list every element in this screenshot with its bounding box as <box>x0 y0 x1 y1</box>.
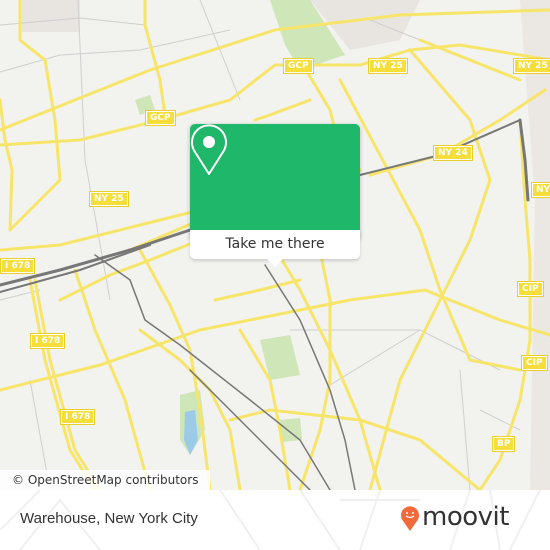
built-area <box>22 0 80 32</box>
road-label-i-678: I 678 <box>0 258 36 274</box>
road-label-ny: NY <box>530 182 550 198</box>
road-label-ny-25: NY 25 <box>513 58 550 74</box>
map-attribution[interactable]: © OpenStreetMap contributors <box>0 470 211 490</box>
road-label-ny-24: NY 24 <box>433 145 473 161</box>
built-area <box>520 0 550 490</box>
location-popup: Take me there <box>190 124 360 267</box>
map[interactable]: GCP GCP NY 25 NY 25 NY 25 NY 24 NY I 678… <box>0 0 550 490</box>
map-pin-icon <box>191 124 227 175</box>
brand-name: moovit <box>422 502 509 532</box>
moovit-pin-icon <box>401 506 419 531</box>
road-label-cip: CIP <box>521 355 548 371</box>
popup-header <box>190 124 360 230</box>
road-label-cip: CIP <box>517 281 544 297</box>
moovit-logo[interactable]: moovit <box>400 502 509 536</box>
road-label-i-678: I 678 <box>59 409 96 425</box>
place-name: Warehouse, New York City <box>20 510 198 527</box>
take-me-there-button[interactable]: Take me there <box>190 230 360 259</box>
road-label-bp: BP <box>491 436 516 452</box>
road-label-gcp: GCP <box>145 110 176 126</box>
road-label-gcp: GCP <box>283 58 314 74</box>
road-label-i-678: I 678 <box>29 333 66 349</box>
popup-pointer <box>267 259 283 267</box>
road-label-ny-25: NY 25 <box>89 191 129 207</box>
road-label-ny-25: NY 25 <box>368 58 408 74</box>
footer: Warehouse, New York City moovit <box>0 490 550 550</box>
